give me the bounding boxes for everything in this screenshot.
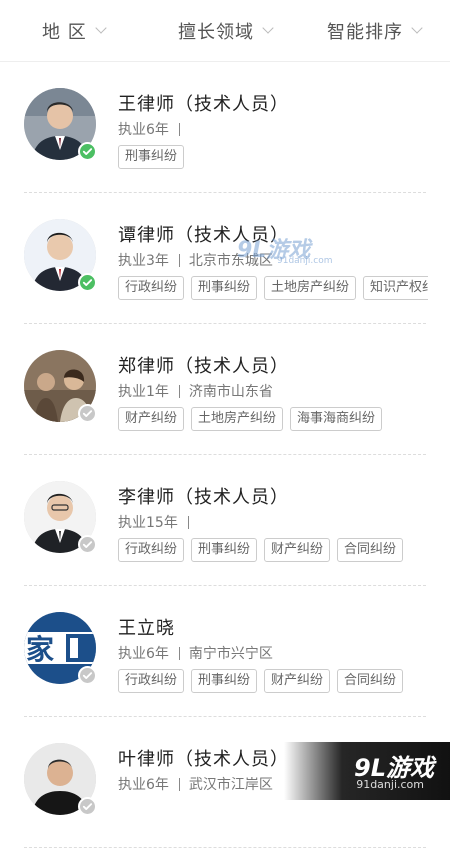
lawyer-meta: 执业6年 [118,119,189,139]
meta-divider [179,254,180,267]
lawyer-meta: 执业6年武汉市江岸区 [118,774,273,794]
specialty-tag: 海事海商纠纷 [290,407,382,431]
specialty-tag: 刑事纠纷 [118,145,184,169]
lawyer-location: 南宁市兴宁区 [189,643,273,663]
specialty-tag: 合同纠纷 [337,538,403,562]
specialty-tag: 土地房产纠纷 [264,276,356,300]
chevron-down-icon [411,22,422,33]
specialty-tags: 刑事纠纷 [118,145,428,171]
practice-years: 执业6年 [118,774,169,794]
lawyer-name: 李律师（技术人员） [118,483,289,509]
lawyer-location: 武汉市江岸区 [189,774,273,794]
practice-years: 执业15年 [118,512,178,532]
lawyer-name: 王律师（技术人员） [118,90,289,116]
filter-region[interactable]: 地 区 [42,18,105,44]
unverified-check-icon [78,535,97,554]
lawyer-location: 济南市山东省 [189,381,273,401]
practice-years: 执业6年 [118,119,169,139]
lawyer-meta: 执业1年济南市山东省 [118,381,273,401]
practice-years: 执业1年 [118,381,169,401]
filter-specialty-label: 擅长领域 [178,18,254,44]
lawyer-card[interactable]: 家王立晓执业6年南宁市兴宁区行政纠纷刑事纠纷财产纠纷合同纠纷 [0,586,450,717]
lawyer-card[interactable]: 李律师（技术人员） 执业15年行政纠纷刑事纠纷财产纠纷合同纠纷 [0,455,450,586]
practice-years: 执业3年 [118,250,169,270]
lawyer-name: 郑律师（技术人员） [118,352,289,378]
specialty-tag: 行政纠纷 [118,538,184,562]
watermark-center: 9L游戏 91danji.com [237,232,333,268]
svg-text:家: 家 [26,633,54,666]
meta-divider [179,123,180,136]
practice-years: 执业6年 [118,643,169,663]
watermark-corner: 9L游戏 91danji.com [284,742,450,800]
specialty-tag: 财产纠纷 [118,407,184,431]
specialty-tags: 行政纠纷刑事纠纷财产纠纷合同纠纷 [118,669,428,695]
specialty-tag: 财产纠纷 [264,538,330,562]
lawyer-card[interactable]: 郑律师（技术人员）执业1年济南市山东省财产纠纷土地房产纠纷海事海商纠纷 [0,324,450,455]
filter-sort-label: 智能排序 [327,18,403,44]
specialty-tag: 刑事纠纷 [191,669,257,693]
unverified-check-icon [78,666,97,685]
specialty-tags [118,800,428,826]
specialty-tag: 刑事纠纷 [191,276,257,300]
lawyer-name: 王立晓 [118,614,175,640]
specialty-tag: 合同纠纷 [337,669,403,693]
specialty-tags: 行政纠纷刑事纠纷土地房产纠纷知识产权纠纷 [118,276,428,302]
specialty-tag: 土地房产纠纷 [191,407,283,431]
chevron-down-icon [95,22,106,33]
specialty-tag: 刑事纠纷 [191,538,257,562]
lawyer-card[interactable]: 谭律师（技术人员）执业3年北京市东城区行政纠纷刑事纠纷土地房产纠纷知识产权纠纷 [0,193,450,324]
lawyer-name: 叶律师（技术人员） [118,745,289,771]
watermark-url: 91danji.com [277,256,332,266]
verified-check-icon [78,273,97,292]
filter-bar: 地 区 擅长领域 智能排序 [0,0,450,62]
specialty-tags: 财产纠纷土地房产纠纷海事海商纠纷 [118,407,428,433]
meta-divider [188,516,189,529]
filter-specialty[interactable]: 擅长领域 [178,18,272,44]
filter-sort[interactable]: 智能排序 [327,18,421,44]
filter-region-label: 地 区 [42,18,87,44]
specialty-tags: 行政纠纷刑事纠纷财产纠纷合同纠纷 [118,538,428,564]
watermark-corner-url: 91danji.com [356,778,424,791]
specialty-tag: 知识产权纠纷 [363,276,428,300]
meta-divider [179,385,180,398]
specialty-tag: 行政纠纷 [118,669,184,693]
lawyer-card[interactable]: 王律师（技术人员） 执业6年刑事纠纷 [0,62,450,193]
unverified-check-icon [78,404,97,423]
specialty-tag: 行政纠纷 [118,276,184,300]
meta-divider [179,647,180,660]
meta-divider [179,778,180,791]
lawyer-meta: 执业15年 [118,512,198,532]
specialty-tag: 财产纠纷 [264,669,330,693]
chevron-down-icon [262,22,273,33]
verified-check-icon [78,142,97,161]
lawyer-meta: 执业6年南宁市兴宁区 [118,643,273,663]
